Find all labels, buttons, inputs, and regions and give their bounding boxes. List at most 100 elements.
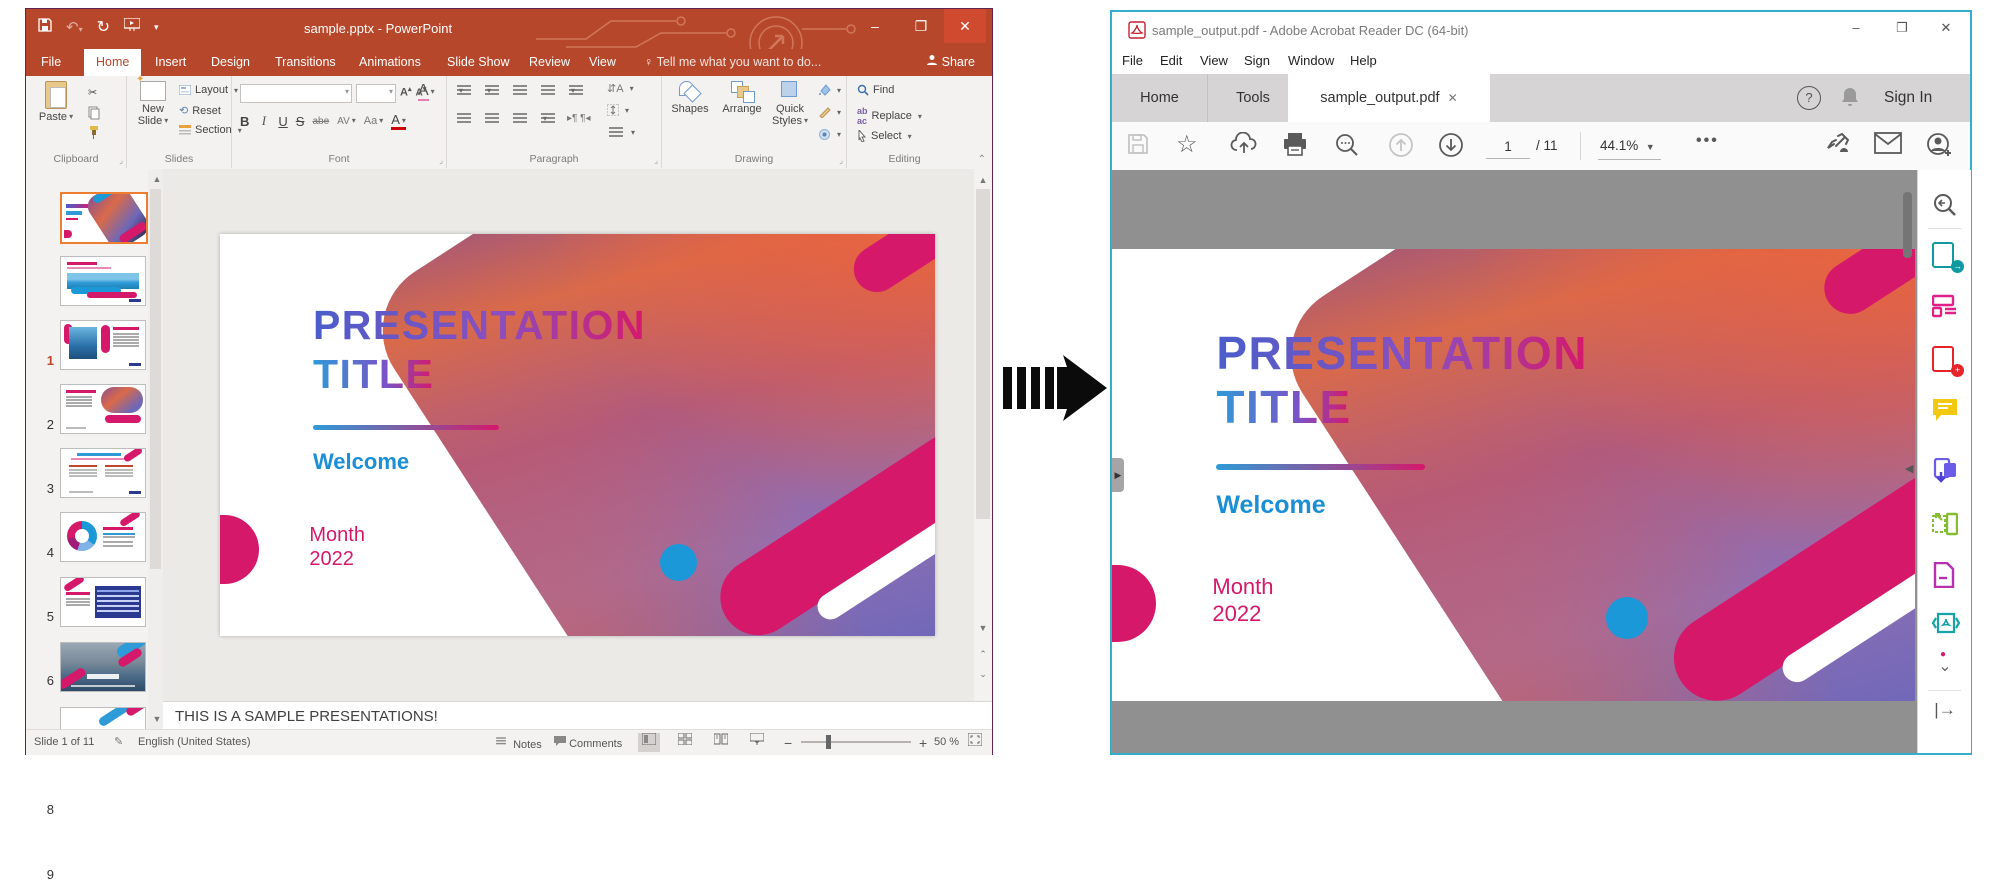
star-bookmark-icon[interactable]: ☆ [1176, 132, 1204, 160]
rail-export-pdf-icon[interactable]: → [1932, 242, 1958, 268]
align-right-icon[interactable] [513, 113, 527, 115]
tab-file[interactable]: File [38, 49, 64, 76]
thumbnail-scroll-thumb[interactable] [150, 189, 161, 569]
cloud-upload-icon[interactable] [1230, 132, 1258, 160]
help-icon[interactable]: ? [1797, 86, 1821, 110]
reading-view-button[interactable] [710, 733, 732, 752]
select-button[interactable]: Select [857, 130, 912, 142]
font-dialog-launcher[interactable]: ⌟ [439, 156, 443, 165]
paragraph-dialog-launcher[interactable]: ⌟ [654, 156, 658, 165]
print-icon[interactable] [1282, 132, 1310, 160]
slide-thumbnail-4[interactable] [60, 384, 146, 434]
align-center-icon[interactable] [485, 113, 499, 115]
slide-thumbnail-3[interactable] [60, 320, 146, 370]
more-tools-icon[interactable]: ••• [1696, 132, 1719, 150]
editor-scrollbar[interactable]: ▲ ▼ ⌃ ⌄ [974, 169, 992, 701]
zoom-out-button[interactable]: − [784, 735, 792, 751]
slide-thumbnail-1[interactable] [60, 192, 148, 244]
profile-add-icon[interactable] [1926, 132, 1954, 160]
rail-comment-icon[interactable] [1932, 398, 1958, 424]
grow-font-button[interactable]: A▴ [400, 85, 411, 99]
line-spacing-icon[interactable] [569, 85, 583, 87]
smartart-button[interactable] [607, 126, 635, 138]
page-number-input[interactable] [1486, 134, 1530, 159]
rail-edit-pdf-icon[interactable] [1932, 294, 1958, 320]
slide-thumbnail-9[interactable] [60, 707, 146, 730]
save-icon[interactable] [1126, 132, 1154, 160]
slide-thumbnail-5[interactable] [60, 448, 146, 498]
menu-view[interactable]: View [1200, 53, 1228, 68]
shape-outline-button[interactable] [818, 106, 841, 118]
shape-fill-button[interactable] [818, 84, 841, 96]
slide-thumbnail-8[interactable] [60, 642, 146, 692]
tab-design[interactable]: Design [208, 49, 253, 76]
menu-file[interactable]: File [1122, 53, 1143, 68]
previous-page-icon[interactable] [1388, 132, 1416, 160]
slide-thumbnail-6[interactable] [60, 512, 146, 562]
next-slide-button[interactable]: ⌄ [976, 667, 990, 681]
slide-thumbnail-2[interactable] [60, 256, 146, 306]
pdf-maximize-button[interactable]: ❐ [1880, 12, 1924, 44]
underline-button[interactable]: U [278, 114, 287, 129]
pdf-scrollbar-thumb[interactable] [1903, 192, 1912, 258]
normal-view-button[interactable] [638, 733, 660, 752]
format-painter-button[interactable] [88, 126, 100, 139]
zoom-slider-thumb[interactable] [826, 735, 831, 749]
tab-view[interactable]: View [586, 49, 619, 76]
menu-edit[interactable]: Edit [1160, 53, 1182, 68]
slide-thumbnail-7[interactable] [60, 577, 146, 627]
fit-slide-button[interactable] [968, 733, 982, 749]
editor-scroll-thumb[interactable] [976, 189, 990, 519]
scroll-down-icon[interactable]: ▼ [150, 712, 164, 726]
collapse-ribbon-button[interactable]: ⌃ [978, 154, 986, 165]
notifications-bell-icon[interactable] [1840, 86, 1860, 108]
share-button[interactable]: Share [923, 49, 978, 76]
search-icon[interactable] [1334, 132, 1362, 160]
align-text-button[interactable] [607, 104, 629, 116]
scroll-up-icon[interactable]: ▲ [150, 172, 164, 186]
maximize-button[interactable]: ❐ [900, 9, 942, 43]
notes-toggle[interactable]: Notes [492, 736, 542, 751]
tab-transitions[interactable]: Transitions [272, 49, 339, 76]
font-size-combo[interactable] [356, 84, 396, 103]
next-page-icon[interactable] [1438, 132, 1466, 160]
copy-button[interactable] [88, 106, 100, 120]
tab-home[interactable]: Home [1112, 74, 1208, 122]
redo-icon[interactable]: ↻ [97, 17, 110, 37]
proofing-icon[interactable]: ✎ [114, 735, 123, 748]
rail-more-tools-chevron[interactable]: ●⌄ [1932, 656, 1958, 682]
rail-create-pdf-icon[interactable]: + [1932, 346, 1958, 372]
sign-in-button[interactable]: Sign In [1884, 74, 1932, 122]
tab-document[interactable]: sample_output.pdf ✕ [1288, 74, 1490, 122]
bold-button[interactable]: B [240, 114, 249, 129]
shapes-button[interactable]: Shapes [666, 81, 714, 115]
find-button[interactable]: Find [857, 84, 894, 96]
reset-button[interactable]: ⟲Reset [179, 104, 221, 117]
tab-slideshow[interactable]: Slide Show [444, 49, 513, 76]
font-color-button[interactable]: A [391, 112, 406, 130]
slide-editing-area[interactable]: PRESENTATION TITLE Welcome Month2022 [220, 234, 935, 636]
clear-formatting-button[interactable]: A [418, 82, 435, 100]
tab-insert[interactable]: Insert [152, 49, 189, 76]
slide-sorter-button[interactable] [674, 733, 696, 752]
qat-customize-icon[interactable]: ▾ [154, 22, 159, 33]
tab-animations[interactable]: Animations [356, 49, 424, 76]
replace-button[interactable]: abacReplace [857, 106, 922, 126]
numbering-icon[interactable] [485, 85, 499, 87]
text-shadow-button[interactable]: abe [312, 116, 329, 127]
menu-window[interactable]: Window [1288, 53, 1334, 68]
cut-button[interactable]: ✂ [88, 86, 97, 99]
text-direction-button[interactable]: ⇵A [607, 82, 634, 95]
paste-button[interactable]: Paste [32, 81, 80, 123]
start-slideshow-icon[interactable] [124, 18, 140, 36]
editor-scroll-down-icon[interactable]: ▼ [976, 621, 990, 635]
character-spacing-button[interactable]: AV [337, 116, 356, 127]
italic-button[interactable]: I [257, 113, 270, 129]
tab-close-icon[interactable]: ✕ [1448, 91, 1458, 105]
strikethrough-button[interactable]: S [296, 114, 305, 129]
minimize-button[interactable]: – [854, 9, 896, 43]
rail-organize-pages-icon[interactable] [1932, 512, 1958, 538]
notes-pane[interactable]: THIS IS A SAMPLE PRESENTATIONS! [163, 701, 992, 730]
language-status[interactable]: English (United States) [138, 736, 251, 748]
font-name-combo[interactable] [240, 84, 352, 103]
